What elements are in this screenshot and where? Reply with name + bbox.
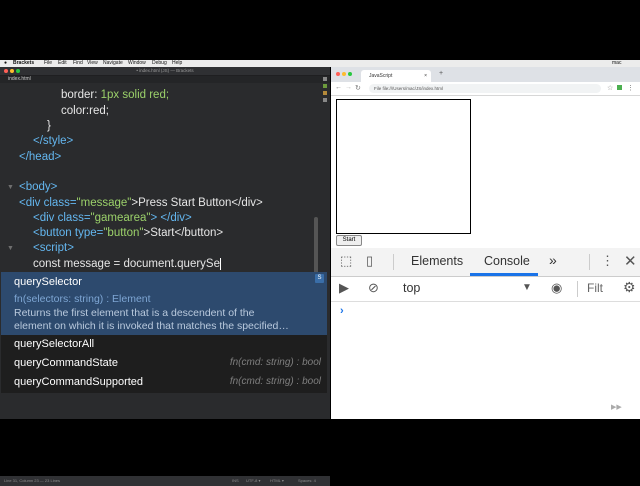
menu-debug[interactable]: Debug	[152, 60, 167, 67]
toolbar-divider	[393, 254, 394, 270]
start-button[interactable]: Start	[336, 235, 362, 246]
devtools-menu-kebab-icon[interactable]: ⋮	[601, 253, 614, 269]
browser-tabstrip: JavaScript × +	[331, 67, 640, 82]
video-watermark-icon: ▶▶	[611, 404, 622, 411]
clear-console-icon[interactable]: ⊘	[368, 280, 379, 296]
eye-icon[interactable]: ◉	[551, 280, 562, 296]
menu-file[interactable]: File	[44, 60, 52, 67]
code-hint-popup[interactable]: querySelector S fn(selectors: string) : …	[1, 272, 327, 393]
language-select[interactable]: HTML ▾	[270, 476, 284, 486]
extension-manager-icon[interactable]	[323, 91, 327, 95]
menu-find[interactable]: Find	[73, 60, 83, 67]
console-prompt[interactable]: ›	[340, 305, 344, 317]
extension-icon[interactable]	[617, 85, 622, 90]
apple-icon[interactable]: ●	[4, 60, 7, 67]
code-line: </style>	[33, 135, 74, 147]
gear-icon[interactable]: ⚙	[623, 279, 636, 296]
insert-mode[interactable]: INS	[232, 476, 239, 486]
extension-icon[interactable]	[323, 84, 327, 88]
code-line: <body>	[19, 181, 58, 193]
code-hint-label: queryCommandState	[14, 357, 118, 369]
console-toolbar: ▶ ⊘ top ▼ ◉ Filt ⚙	[331, 277, 640, 302]
address-bar-url: File file:///Users/mac/JS/index.html	[374, 86, 444, 91]
menu-kebab-icon[interactable]: ⋮	[627, 84, 634, 92]
menu-user[interactable]: mac	[612, 60, 621, 67]
inspect-element-icon[interactable]: ⬚	[340, 253, 352, 269]
chevron-down-icon[interactable]: ▼	[522, 282, 532, 293]
close-tab-icon[interactable]: ×	[424, 70, 427, 82]
browser-toolbar: ← → ↻ File file:///Users/mac/JS/index.ht…	[331, 82, 640, 96]
close-devtools-icon[interactable]: ✕	[624, 252, 637, 270]
context-select[interactable]: top	[403, 281, 420, 295]
live-preview-icon[interactable]	[323, 77, 327, 81]
bookmark-star-icon[interactable]: ☆	[607, 84, 613, 92]
more-tabs-icon[interactable]: »	[549, 252, 557, 268]
code-line: <div class="message">Press Start Button<…	[19, 197, 263, 209]
sidebar-toggle-icon[interactable]: ▶	[339, 280, 349, 296]
menu-app-name[interactable]: Brackets	[13, 60, 34, 67]
devtools-panel: ⬚ ▯ Elements Console » ⋮ ✕ ▶ ⊘ top ▼ ◉ F…	[331, 248, 640, 419]
toolbar-divider	[577, 281, 578, 297]
code-hint-label: queryCommandSupported	[14, 376, 144, 388]
console-filter-input[interactable]: Filt	[587, 281, 603, 295]
close-window-icon[interactable]	[336, 72, 340, 76]
menu-navigate[interactable]: Navigate	[103, 60, 123, 67]
tab-console[interactable]: Console	[484, 254, 530, 268]
code-line: }	[47, 120, 51, 132]
code-line: color:red;	[61, 105, 109, 117]
settings-icon[interactable]	[323, 98, 327, 102]
forward-icon[interactable]: →	[345, 84, 352, 91]
back-icon[interactable]: ←	[335, 84, 342, 91]
code-hint-type: fn(cmd: string) : bool	[229, 357, 321, 368]
text-cursor	[219, 257, 221, 270]
game-area	[336, 99, 471, 234]
new-tab-icon[interactable]: +	[439, 70, 443, 77]
code-hint-label: querySelectorAll	[14, 338, 95, 350]
menu-bar: ● Brackets File Edit Find View Navigate …	[0, 60, 640, 67]
code-hint-selected[interactable]: querySelector S fn(selectors: string) : …	[1, 272, 327, 335]
editor-window-title: • index.html (JS) — Brackets	[136, 68, 194, 73]
devtools-toolbar: ⬚ ▯ Elements Console » ⋮ ✕	[331, 248, 640, 277]
code-hint-label: querySelector	[14, 276, 82, 288]
menu-window[interactable]: Window	[128, 60, 146, 67]
editor-statusbar: Line 31, Column 23 — 23 Lines INS UTF-8 …	[0, 476, 330, 486]
file-tab-label: index.html	[8, 76, 31, 82]
editor-file-tab[interactable]: index.html	[0, 76, 330, 83]
code-hint-item[interactable]: querySelectorAll	[1, 335, 327, 354]
code-hint-description: Returns the first element that is a desc…	[14, 307, 255, 319]
indent-setting[interactable]: Spaces: 4	[298, 476, 316, 486]
fold-arrow-icon[interactable]: ▼	[7, 184, 14, 191]
zoom-window-icon[interactable]	[348, 72, 352, 76]
device-toolbar-icon[interactable]: ▯	[366, 253, 373, 269]
code-hint-type: fn(cmd: string) : bool	[229, 376, 321, 387]
tab-elements[interactable]: Elements	[411, 254, 463, 268]
encoding-select[interactable]: UTF-8 ▾	[246, 476, 260, 486]
code-hint-description: element on which it is invoked that matc…	[14, 320, 289, 332]
browser-tab[interactable]: JavaScript ×	[361, 70, 431, 82]
menu-edit[interactable]: Edit	[58, 60, 67, 67]
active-tab-indicator	[470, 273, 538, 276]
fold-arrow-icon[interactable]: ▼	[7, 245, 14, 252]
reload-icon[interactable]: ↻	[355, 84, 361, 92]
hint-type-badge: S	[315, 274, 324, 283]
address-bar[interactable]: File file:///Users/mac/JS/index.html	[369, 84, 601, 93]
browser-tab-title: JavaScript	[369, 73, 393, 79]
code-line: <script>	[33, 242, 74, 254]
editor-side-toolbar	[323, 77, 328, 121]
code-line: border: 1px solid red;	[61, 89, 170, 101]
editor-titlebar: • index.html (JS) — Brackets	[0, 67, 330, 76]
code-hint-signature: fn(selectors: string) : Element	[14, 293, 151, 305]
minimize-window-icon[interactable]	[342, 72, 346, 76]
code-line: <div class="gamearea"> </div>	[33, 212, 192, 224]
code-line: <button type="button">Start</button>	[33, 227, 224, 239]
code-hint-item[interactable]: queryCommandSupported fn(cmd: string) : …	[1, 373, 327, 392]
menu-view[interactable]: View	[87, 60, 98, 67]
menu-help[interactable]: Help	[172, 60, 182, 67]
toolbar-divider	[589, 254, 590, 270]
cursor-position: Line 31, Column 23 — 23 Lines	[4, 478, 61, 483]
code-line: </head>	[19, 151, 62, 163]
code-line-current: const message = document.querySe	[33, 257, 221, 270]
code-hint-item[interactable]: queryCommandState fn(cmd: string) : bool	[1, 354, 327, 373]
browser-window: JavaScript × + ← → ↻ File file:///Users/…	[331, 67, 640, 419]
